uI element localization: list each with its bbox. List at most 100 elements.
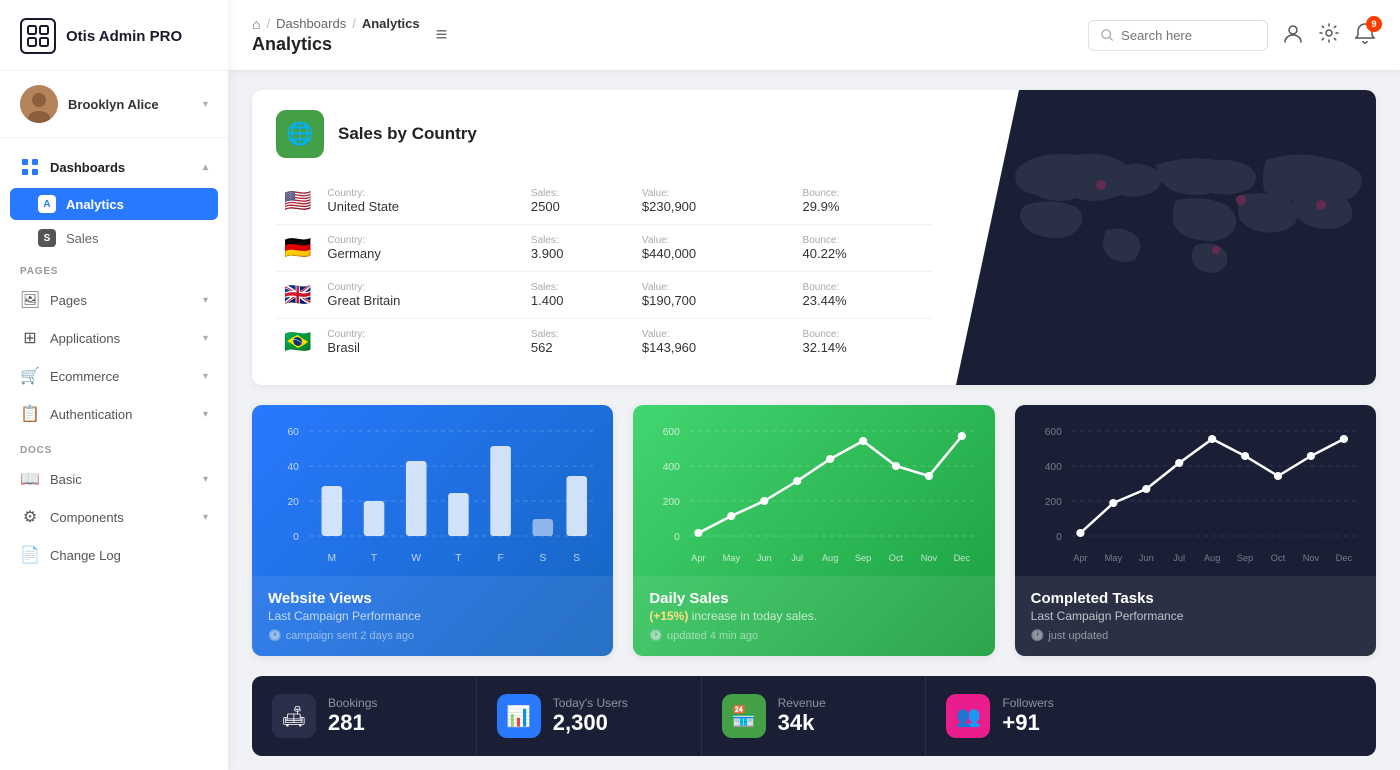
stat-label: Bookings: [328, 696, 377, 710]
docs-section-label: DOCS: [0, 433, 228, 460]
svg-text:0: 0: [1056, 532, 1062, 543]
country-label: Country:: [327, 282, 515, 293]
daily-sales-subtitle: (+15%) increase in today sales.: [649, 609, 978, 623]
value-value: $230,900: [642, 199, 787, 214]
sidebar-item-pages[interactable]: 🖼 Pages ▾: [0, 281, 228, 319]
breadcrumb-sep1: /: [266, 16, 270, 31]
stat-icon: 📊: [497, 694, 541, 738]
sales-dot: S: [38, 229, 56, 247]
stat-item: 🛋 Bookings 281: [252, 676, 477, 756]
svg-text:60: 60: [287, 427, 299, 438]
dashboards-label: Dashboards: [50, 160, 125, 175]
sales-label: Sales:: [531, 188, 626, 199]
sidebar-item-authentication[interactable]: 📋 Authentication ▾: [0, 395, 228, 433]
sidebar-item-sales[interactable]: S Sales: [0, 222, 228, 254]
svg-text:M: M: [328, 553, 337, 564]
applications-expand: ▾: [203, 333, 208, 344]
world-map: [956, 90, 1376, 385]
completed-tasks-footer-text: just updated: [1048, 630, 1108, 642]
svg-text:Apr: Apr: [1073, 553, 1087, 563]
pages-expand: ▾: [203, 295, 208, 306]
sales-label: Sales: [66, 231, 99, 246]
user-profile-icon[interactable]: [1282, 22, 1304, 49]
breadcrumb-dashboards[interactable]: Dashboards: [276, 16, 346, 31]
svg-text:Nov: Nov: [1302, 553, 1319, 563]
sidebar-item-changelog[interactable]: 📄 Change Log: [0, 536, 228, 574]
basic-icon: 📖: [20, 469, 40, 489]
website-views-card: 60 40 20 0 M T: [252, 405, 613, 656]
card-globe-icon: 🌐: [276, 110, 324, 158]
sidebar-item-analytics[interactable]: A Analytics: [10, 188, 218, 220]
daily-sales-card: 600 400 200 0: [633, 405, 994, 656]
sidebar: Otis Admin PRO Brooklyn Alice ▾ Dashboar…: [0, 0, 228, 770]
sales-label: Sales:: [531, 329, 626, 340]
daily-sales-chart: 600 400 200 0: [633, 405, 994, 576]
ecommerce-label: Ecommerce: [50, 369, 119, 384]
flag-icon: 🇺🇸: [284, 188, 311, 213]
basic-expand: ▾: [203, 474, 208, 485]
sales-value: 1.400: [531, 293, 626, 308]
breadcrumb-sep2: /: [352, 16, 356, 31]
search-box[interactable]: [1088, 20, 1268, 51]
svg-text:200: 200: [1044, 497, 1062, 508]
website-views-footer: 🕐campaign sent 2 days ago: [268, 629, 597, 642]
sales-value: 2500: [531, 199, 626, 214]
svg-text:20: 20: [287, 497, 299, 508]
stat-item: 👥 Followers +91: [926, 676, 1151, 756]
website-views-chart: 60 40 20 0 M T: [252, 405, 613, 576]
country-value: Brasil: [327, 340, 515, 355]
table-row: 🇺🇸 Country: United State Sales: 2500 Val…: [276, 178, 932, 225]
components-label: Components: [50, 510, 124, 525]
header-right: 9: [1088, 20, 1376, 51]
notification-badge: 9: [1366, 16, 1382, 32]
svg-text:400: 400: [663, 462, 681, 473]
authentication-label: Authentication: [50, 407, 132, 422]
charts-row: 60 40 20 0 M T: [252, 405, 1376, 656]
notifications-icon[interactable]: 9: [1354, 22, 1376, 49]
completed-tasks-chart: 600 400 200 0 Apr: [1015, 405, 1376, 576]
stat-label: Revenue: [778, 696, 826, 710]
bounce-value: 40.22%: [803, 246, 924, 261]
card-title: Sales by Country: [338, 124, 477, 144]
sidebar-user[interactable]: Brooklyn Alice ▾: [0, 71, 228, 138]
settings-icon[interactable]: [1318, 22, 1340, 49]
sidebar-item-basic[interactable]: 📖 Basic ▾: [0, 460, 228, 498]
pages-label: Pages: [50, 293, 87, 308]
search-input[interactable]: [1121, 28, 1255, 43]
svg-text:Sep: Sep: [855, 553, 871, 563]
home-icon[interactable]: ⌂: [252, 16, 260, 32]
svg-text:May: May: [723, 553, 741, 563]
svg-text:Aug: Aug: [822, 553, 838, 563]
daily-sales-info: Daily Sales (+15%) increase in today sal…: [633, 576, 994, 656]
pages-icon: 🖼: [20, 290, 40, 310]
country-value: United State: [327, 199, 515, 214]
svg-text:600: 600: [663, 427, 681, 438]
stat-value: +91: [1002, 710, 1053, 736]
completed-tasks-info: Completed Tasks Last Campaign Performanc…: [1015, 576, 1376, 656]
applications-icon: ⊞: [20, 328, 40, 348]
country-card-left: 🌐 Sales by Country 🇺🇸 Country: United St…: [252, 90, 956, 385]
hamburger-button[interactable]: ≡: [436, 24, 448, 47]
changelog-icon: 📄: [20, 545, 40, 565]
svg-text:Sep: Sep: [1236, 553, 1252, 563]
stat-label: Today's Users: [553, 696, 628, 710]
user-name: Brooklyn Alice: [68, 97, 159, 112]
value-label: Value:: [642, 282, 787, 293]
sidebar-item-components[interactable]: ⚙ Components ▾: [0, 498, 228, 536]
sidebar-nav: Dashboards ▴ A Analytics S Sales PAGES 🖼…: [0, 138, 228, 770]
logo-text: Otis Admin PRO: [66, 28, 182, 45]
logo-icon: [20, 18, 56, 54]
website-views-footer-text: campaign sent 2 days ago: [286, 630, 414, 642]
sidebar-item-applications[interactable]: ⊞ Applications ▾: [0, 319, 228, 357]
user-menu-chevron: ▾: [203, 99, 208, 110]
sidebar-item-dashboards[interactable]: Dashboards ▴: [0, 148, 228, 186]
sidebar-item-ecommerce[interactable]: 🛒 Ecommerce ▾: [0, 357, 228, 395]
dashboards-expand: ▴: [203, 162, 208, 173]
value-value: $143,960: [642, 340, 787, 355]
svg-text:Apr: Apr: [692, 553, 706, 563]
website-views-info: Website Views Last Campaign Performance …: [252, 576, 613, 656]
stats-row: 🛋 Bookings 281 📊 Today's Users 2,300 🏪 R…: [252, 676, 1376, 756]
country-label: Country:: [327, 235, 515, 246]
svg-text:0: 0: [293, 532, 299, 543]
value-label: Value:: [642, 235, 787, 246]
